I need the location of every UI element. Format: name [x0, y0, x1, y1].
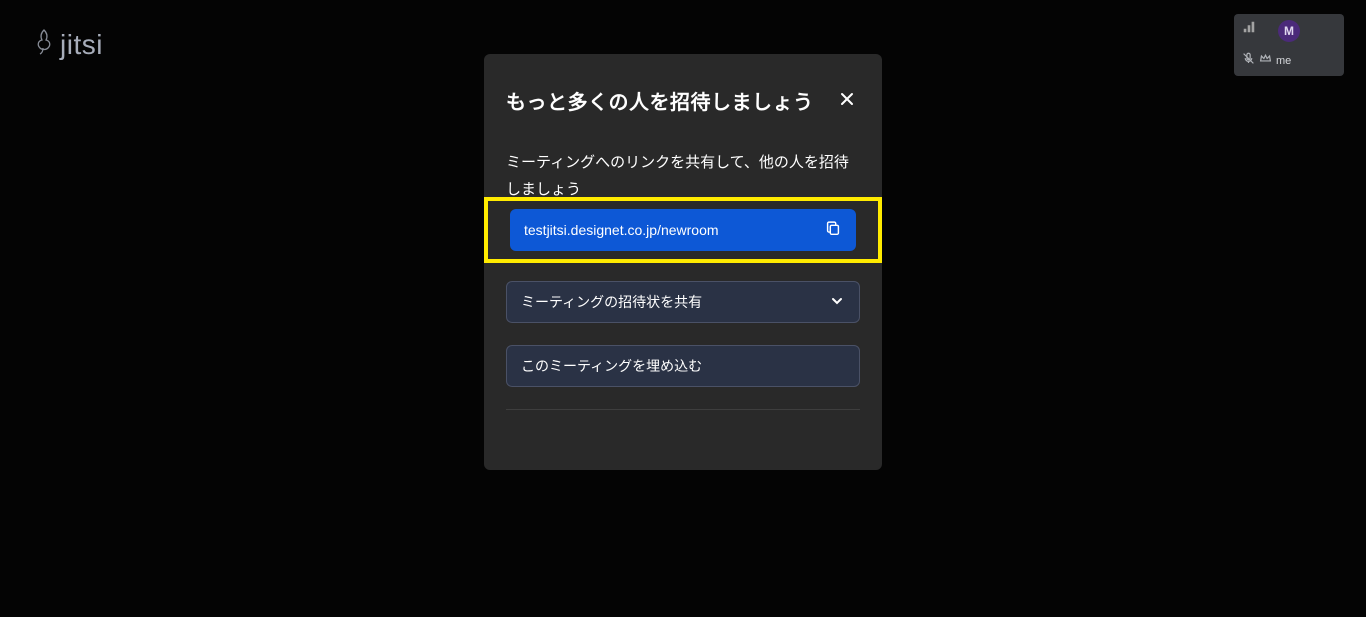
mic-muted-icon [1242, 52, 1255, 70]
app-name: jitsi [60, 29, 103, 61]
connection-quality-icon[interactable] [1242, 20, 1256, 39]
close-dialog-button[interactable] [834, 86, 860, 115]
self-video-thumbnail[interactable]: M me [1234, 14, 1344, 76]
meeting-link-text: testjitsi.designet.co.jp/newroom [524, 222, 719, 238]
avatar-initial: M [1284, 24, 1294, 38]
copy-meeting-link-button[interactable]: testjitsi.designet.co.jp/newroom [510, 209, 856, 251]
highlighted-link-region: testjitsi.designet.co.jp/newroom [484, 197, 882, 263]
share-invitation-label: ミーティングの招待状を共有 [521, 292, 702, 312]
copy-icon [824, 219, 842, 242]
dialog-divider [506, 409, 860, 410]
share-invitation-button[interactable]: ミーティングの招待状を共有 [506, 281, 860, 323]
jitsi-glyph-icon [32, 28, 56, 61]
moderator-crown-icon [1259, 52, 1272, 70]
participant-display-name: me [1276, 55, 1291, 67]
avatar: M [1278, 20, 1300, 42]
dialog-title: もっと多くの人を招待しましょう [506, 86, 814, 115]
dialog-description: ミーティングへのリンクを共有して、他の人を招待しましょう [506, 149, 860, 203]
app-logo: jitsi [32, 28, 103, 61]
embed-meeting-button[interactable]: このミーティングを埋め込む [506, 345, 860, 387]
embed-meeting-label: このミーティングを埋め込む [521, 356, 702, 376]
invite-people-dialog: もっと多くの人を招待しましょう ミーティングへのリンクを共有して、他の人を招待し… [484, 54, 882, 470]
close-icon [838, 96, 856, 111]
chevron-down-icon [829, 293, 845, 312]
